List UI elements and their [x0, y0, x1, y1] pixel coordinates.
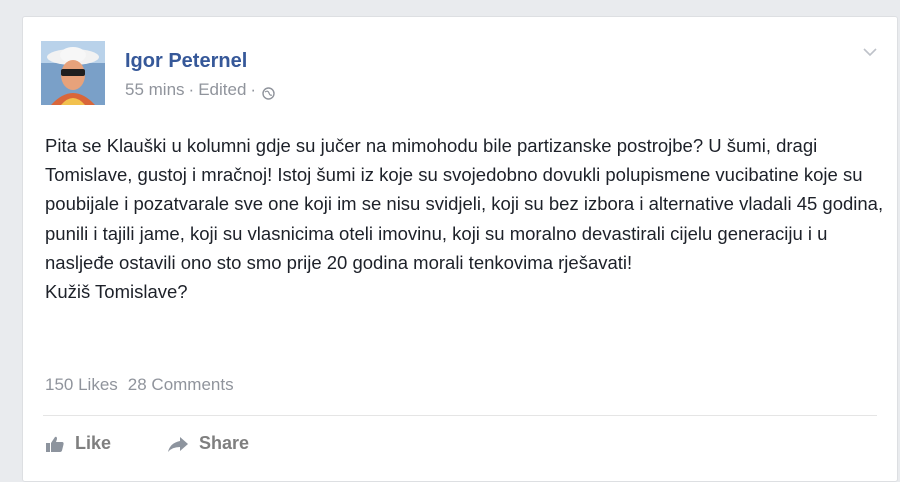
share-arrow-icon — [167, 435, 189, 453]
meta-separator: · — [188, 80, 195, 99]
thumbs-up-icon — [45, 435, 65, 453]
action-bar: Like Share — [45, 433, 249, 454]
post-paragraph: Pita se Klauški u kolumni gdje su jučer … — [45, 135, 884, 273]
timestamp[interactable]: 55 mins — [125, 79, 185, 101]
engagement-stats: 150 Likes 28 Comments — [45, 375, 234, 395]
like-button[interactable]: Like — [45, 433, 111, 454]
divider — [43, 415, 877, 416]
like-label: Like — [75, 433, 112, 453]
post-closing: Kužiš Tomislave? — [45, 281, 188, 303]
meta-separator: · — [250, 80, 257, 99]
post-meta: 55 mins · Edited · — [125, 79, 275, 101]
edited-label[interactable]: Edited — [198, 79, 246, 101]
likes-count[interactable]: 150 Likes — [45, 375, 118, 395]
share-label: Share — [199, 433, 250, 453]
author-name[interactable]: Igor Peternel — [125, 49, 247, 73]
avatar[interactable] — [41, 41, 105, 105]
share-button[interactable]: Share — [167, 433, 249, 454]
post-body: Pita se Klauški u kolumni gdje su jučer … — [45, 131, 885, 306]
comments-count[interactable]: 28 Comments — [128, 375, 234, 395]
chevron-down-icon[interactable] — [861, 45, 879, 59]
globe-icon[interactable] — [262, 84, 275, 100]
post-card: Igor Peternel 55 mins · Edited · Pita se… — [22, 16, 898, 482]
